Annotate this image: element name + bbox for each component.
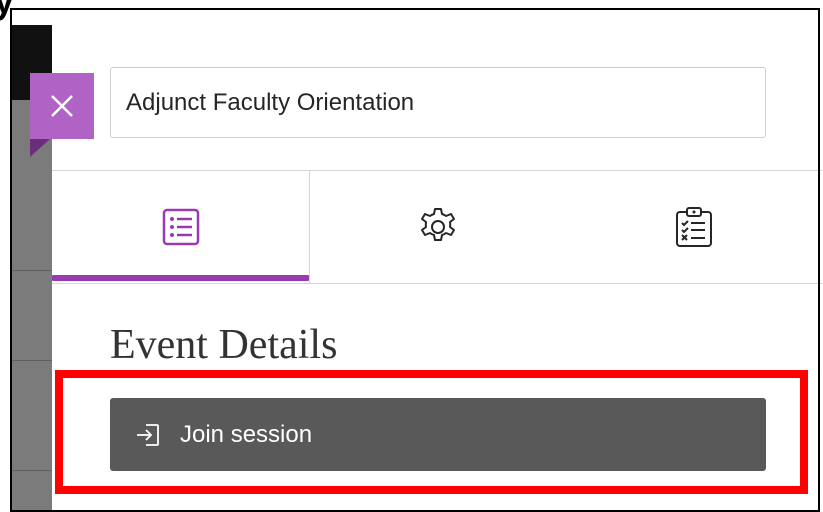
screenshot-frame <box>10 8 820 512</box>
